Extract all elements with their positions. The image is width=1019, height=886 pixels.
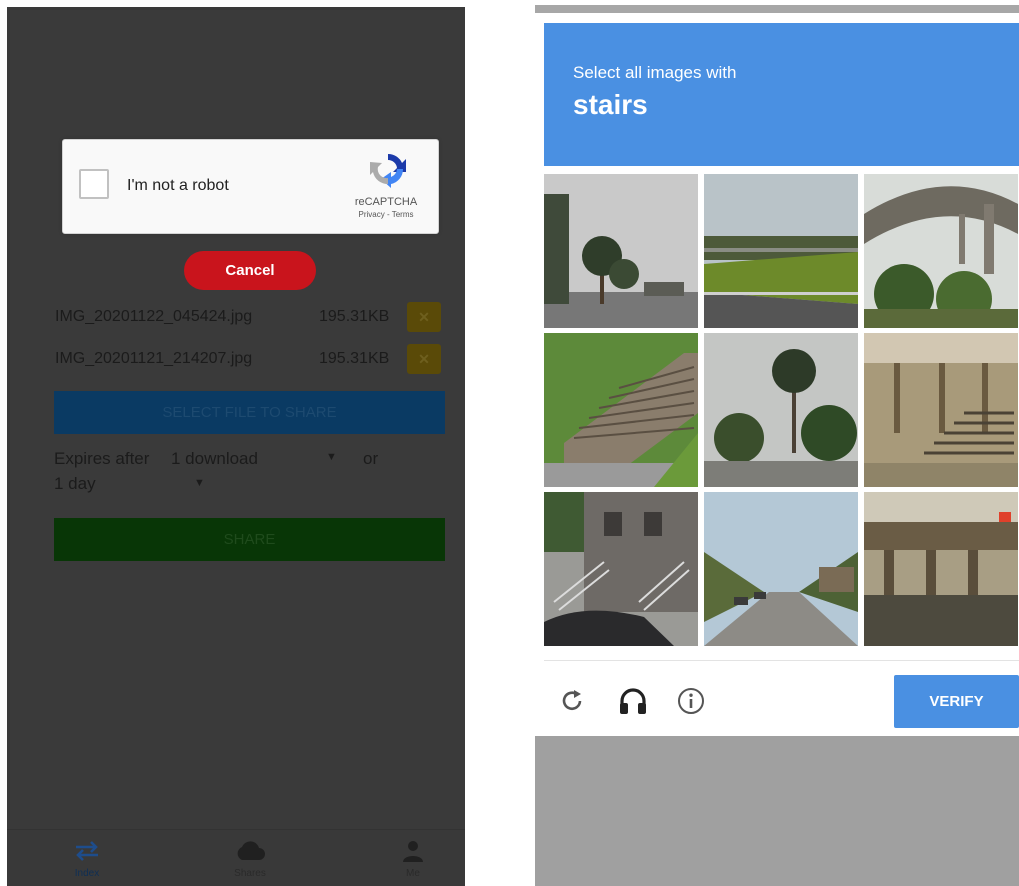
- file-row: IMG_20201122_045424.jpg 195.31KB ✕: [55, 302, 447, 332]
- reload-icon[interactable]: [555, 684, 589, 718]
- image-grid: [544, 174, 1019, 646]
- chevron-down-icon[interactable]: ▼: [326, 451, 337, 463]
- recaptcha-privacy-terms-link[interactable]: Privacy - Terms: [346, 210, 426, 219]
- recaptcha-logo-icon: [370, 153, 406, 188]
- file-name: IMG_20201122_045424.jpg: [55, 308, 253, 325]
- file-name: IMG_20201121_214207.jpg: [55, 350, 253, 367]
- footer-divider: [544, 660, 1019, 661]
- bottom-nav: Index Shares Me: [7, 829, 465, 886]
- image-tile[interactable]: [864, 492, 1018, 646]
- image-tile[interactable]: [544, 492, 698, 646]
- image-tile[interactable]: [544, 174, 698, 328]
- close-icon[interactable]: ✕: [407, 344, 441, 374]
- nav-label: Shares: [234, 868, 266, 879]
- phone-screen: I'm not a robot reCAPTCHA Privacy - Term…: [7, 7, 465, 886]
- headphones-icon[interactable]: [616, 684, 650, 718]
- cancel-button[interactable]: Cancel: [184, 251, 316, 290]
- nav-item-me[interactable]: Me: [373, 838, 453, 879]
- captcha-challenge: Select all images with stairs VERIFY: [535, 5, 1019, 886]
- challenge-header: Select all images with stairs: [544, 23, 1019, 166]
- nav-item-shares[interactable]: Shares: [210, 838, 290, 879]
- nav-label: Me: [406, 868, 420, 879]
- select-file-button[interactable]: SELECT FILE TO SHARE: [54, 391, 445, 434]
- expires-label: Expires after: [54, 449, 150, 468]
- file-row: IMG_20201121_214207.jpg 195.31KB ✕: [55, 344, 447, 374]
- image-tile[interactable]: [704, 174, 858, 328]
- image-tile[interactable]: [864, 333, 1018, 487]
- file-size: 195.31KB: [319, 308, 390, 325]
- challenge-instruction: Select all images with: [573, 63, 737, 82]
- file-size: 195.31KB: [319, 350, 390, 367]
- challenge-panel: Select all images with stairs VERIFY: [535, 13, 1019, 736]
- nav-item-index[interactable]: Index: [47, 838, 127, 879]
- captcha-checkbox[interactable]: [79, 169, 109, 199]
- recaptcha-widget: I'm not a robot reCAPTCHA Privacy - Term…: [62, 139, 439, 234]
- or-text: or: [363, 449, 379, 468]
- image-tile[interactable]: [704, 333, 858, 487]
- image-tile[interactable]: [704, 492, 858, 646]
- share-button[interactable]: SHARE: [54, 518, 445, 561]
- download-count-select[interactable]: 1 download: [171, 449, 258, 469]
- close-icon[interactable]: ✕: [407, 302, 441, 332]
- days-select[interactable]: 1 day: [54, 474, 96, 494]
- image-tile[interactable]: [864, 174, 1018, 328]
- verify-button[interactable]: VERIFY: [894, 675, 1019, 728]
- transfer-arrows-icon: [47, 838, 127, 864]
- challenge-target: stairs: [573, 89, 648, 120]
- recaptcha-brand: reCAPTCHA: [354, 196, 418, 208]
- challenge-topbar: [535, 5, 1019, 13]
- info-icon[interactable]: [674, 684, 708, 718]
- cloud-icon: [210, 838, 290, 864]
- nav-label: Index: [74, 868, 100, 879]
- person-icon: [373, 838, 453, 864]
- chevron-down-icon[interactable]: ▼: [194, 477, 205, 489]
- captcha-label: I'm not a robot: [127, 177, 229, 194]
- image-tile[interactable]: [544, 333, 698, 487]
- expires-settings: Expires after 1 download ▼ or 1 day ▼: [54, 447, 454, 497]
